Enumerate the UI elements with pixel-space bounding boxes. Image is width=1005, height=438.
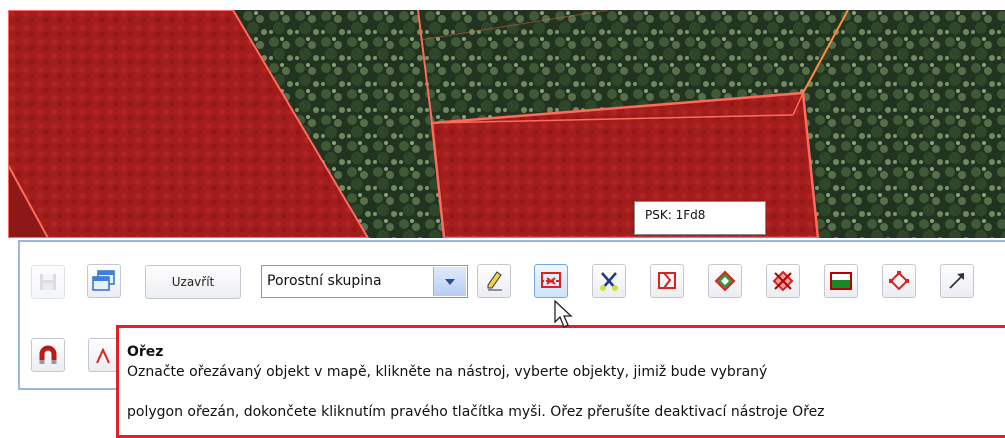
cut-icon	[541, 272, 561, 288]
delete-polygon-icon	[772, 270, 794, 292]
map-label: PSK: 1Fd8	[634, 201, 766, 235]
arrow-button[interactable]	[940, 264, 974, 298]
tooltip: Ořez Označte ořezávaný objekt v mapě, kl…	[116, 325, 1005, 438]
pencil-icon	[487, 271, 502, 291]
vertex-icon	[889, 271, 909, 291]
split-button[interactable]	[650, 264, 684, 298]
tooltip-title: Ořez	[127, 344, 164, 360]
vertex-button[interactable]	[882, 264, 916, 298]
cut-button[interactable]	[534, 264, 568, 298]
fill-polygon-icon	[830, 272, 852, 290]
scissors-button[interactable]	[592, 264, 626, 298]
close-button[interactable]: Uzavřít	[145, 265, 241, 299]
scissors-icon	[600, 272, 618, 291]
map-canvas	[8, 10, 1005, 238]
split-icon	[658, 272, 676, 289]
delete-polygon-button[interactable]	[766, 264, 800, 298]
save-button[interactable]	[31, 265, 65, 299]
snap-icon	[96, 347, 110, 364]
magnet-button[interactable]	[31, 338, 65, 372]
map-view[interactable]	[8, 10, 1005, 238]
map-label-text: PSK: 1Fd8	[645, 208, 706, 222]
layer-select-value: Porostní skupina	[267, 273, 382, 289]
save-icon	[40, 274, 56, 290]
chevron-down-icon[interactable]	[433, 267, 466, 296]
tooltip-text-line-1: Označte ořezávaný objekt v mapě, kliknět…	[127, 364, 768, 380]
polygon-icon	[714, 270, 736, 292]
magnet-icon	[39, 345, 57, 364]
polygon-button[interactable]	[708, 264, 742, 298]
close-button-label: Uzavřít	[171, 275, 215, 289]
tooltip-text-line-2: polygon ořezán, dokončete kliknutím prav…	[127, 404, 825, 420]
fill-polygon-button[interactable]	[824, 264, 858, 298]
mouse-cursor-icon	[554, 300, 573, 328]
window-button[interactable]	[87, 264, 121, 298]
layer-select[interactable]: Porostní skupina	[261, 265, 468, 298]
draw-button[interactable]	[477, 264, 511, 298]
arrow-icon	[949, 273, 964, 289]
window-icon	[92, 270, 115, 291]
